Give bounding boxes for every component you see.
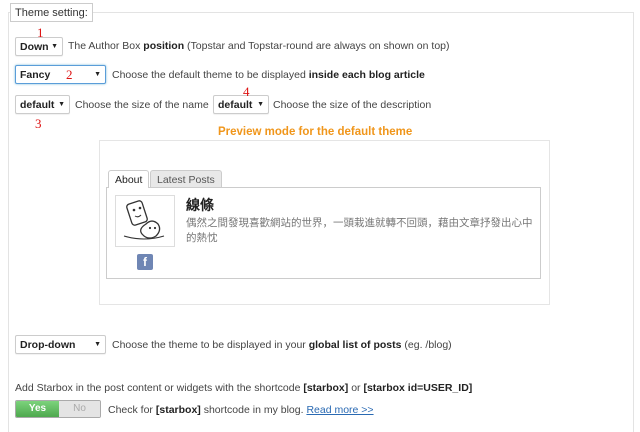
read-more-link[interactable]: Read more >> <box>306 404 373 416</box>
name-size-select[interactable]: default ▼ <box>15 95 70 114</box>
shortcode-toggle[interactable]: Yes No <box>15 400 101 418</box>
marker-2: 2 <box>66 67 73 82</box>
desc-size-label: Choose the size of the description <box>273 99 432 111</box>
list-theme-label: Choose the theme to be displayed in your… <box>112 339 452 351</box>
marker-1: 1 <box>37 25 44 40</box>
name-size-select-value: default <box>20 99 55 111</box>
marker-3: 3 <box>35 116 42 131</box>
tab-latest-posts[interactable]: Latest Posts <box>150 170 222 187</box>
list-theme-select-value: Drop-down <box>20 339 76 351</box>
toggle-yes[interactable]: Yes <box>16 401 59 417</box>
author-name: 線條 <box>186 197 214 213</box>
chevron-down-icon: ▼ <box>94 71 101 78</box>
position-select-value: Down <box>20 41 49 53</box>
facebook-icon[interactable]: f <box>137 254 153 270</box>
avatar-doodle-icon <box>123 200 165 240</box>
chevron-down-icon: ▼ <box>51 43 58 50</box>
theme-label: Choose the default theme to be displayed… <box>112 69 425 81</box>
chevron-down-icon: ▼ <box>94 341 101 348</box>
theme-select[interactable]: Fancy ▼ <box>15 65 106 84</box>
shortcode-check-label: Check for [starbox] shortcode in my blog… <box>108 404 374 416</box>
name-size-label: Choose the size of the name <box>75 99 209 111</box>
theme-select-value: Fancy <box>20 69 51 81</box>
tab-about[interactable]: About <box>108 170 150 188</box>
position-label: The Author Box position (Topstar and Top… <box>68 40 450 52</box>
chevron-down-icon: ▼ <box>58 101 65 108</box>
list-theme-select[interactable]: Drop-down ▼ <box>15 335 106 354</box>
preview-title: Preview mode for the default theme <box>218 126 413 138</box>
avatar <box>115 195 175 247</box>
chevron-down-icon: ▼ <box>257 101 264 108</box>
desc-size-select-value: default <box>218 99 253 111</box>
marker-4: 4 <box>243 84 250 99</box>
shortcode-intro: Add Starbox in the post content or widge… <box>15 382 473 394</box>
theme-settings-legend: Theme setting: <box>10 3 93 22</box>
desc-size-select[interactable]: default ▼ <box>213 95 269 114</box>
author-description: 偶然之間發現喜歡網站的世界，一頭栽進就轉不回頭，藉由文章抒發出心中的熱忱 <box>186 217 533 244</box>
toggle-no[interactable]: No <box>59 401 100 417</box>
